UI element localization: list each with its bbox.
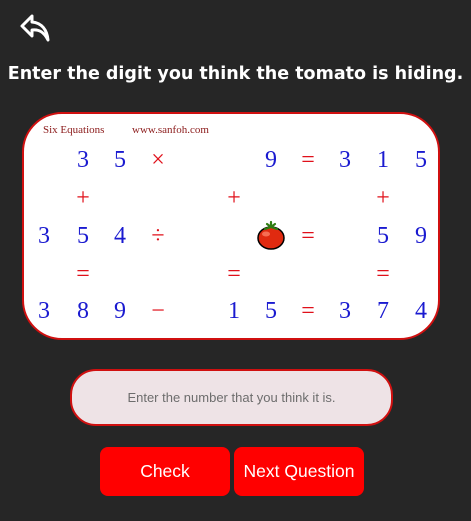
grid-operator: +	[376, 185, 390, 211]
grid-operator: =	[227, 261, 241, 287]
back-arrow-icon	[20, 14, 50, 42]
tomato-icon	[255, 220, 287, 252]
grid-digit: 9	[415, 223, 427, 249]
check-button[interactable]: Check	[100, 447, 230, 496]
grid-digit: 5	[415, 147, 427, 173]
board-title: Six Equations	[43, 124, 105, 136]
grid-operator: +	[227, 185, 241, 211]
grid-operator: =	[301, 147, 315, 173]
grid-digit: 7	[377, 298, 389, 324]
grid-digit: 1	[228, 298, 240, 324]
instruction-text: Enter the digit you think the tomato is …	[7, 64, 464, 84]
grid-digit: 5	[77, 223, 89, 249]
grid-digit: 9	[114, 298, 126, 324]
grid-digit: 4	[415, 298, 427, 324]
grid-digit: 1	[377, 147, 389, 173]
back-button[interactable]	[18, 12, 52, 44]
grid-digit: 5	[377, 223, 389, 249]
grid-operator: =	[301, 298, 315, 324]
grid-operator: =	[76, 261, 90, 287]
grid-operator: +	[76, 185, 90, 211]
grid-operator: ÷	[151, 223, 165, 249]
grid-digit: 8	[77, 298, 89, 324]
grid-operator: =	[301, 223, 315, 249]
grid-digit: 4	[114, 223, 126, 249]
equation-board: Six Equations www.sanfoh.com 3 5 × 9 = 3 1 5 + + +…	[22, 112, 440, 340]
board-site-url: www.sanfoh.com	[132, 124, 209, 136]
grid-digit: 3	[38, 223, 50, 249]
grid-digit: 9	[265, 147, 277, 173]
grid-digit: 3	[38, 298, 50, 324]
grid-digit: 5	[265, 298, 277, 324]
grid-digit: 3	[77, 147, 89, 173]
grid-digit: 3	[339, 298, 351, 324]
grid-operator: ×	[151, 147, 165, 173]
grid-operator: −	[151, 298, 165, 324]
next-question-button[interactable]: Next Question	[234, 447, 364, 496]
answer-input[interactable]	[70, 369, 393, 426]
grid-digit: 3	[339, 147, 351, 173]
grid-operator: =	[376, 261, 390, 287]
grid-digit: 5	[114, 147, 126, 173]
